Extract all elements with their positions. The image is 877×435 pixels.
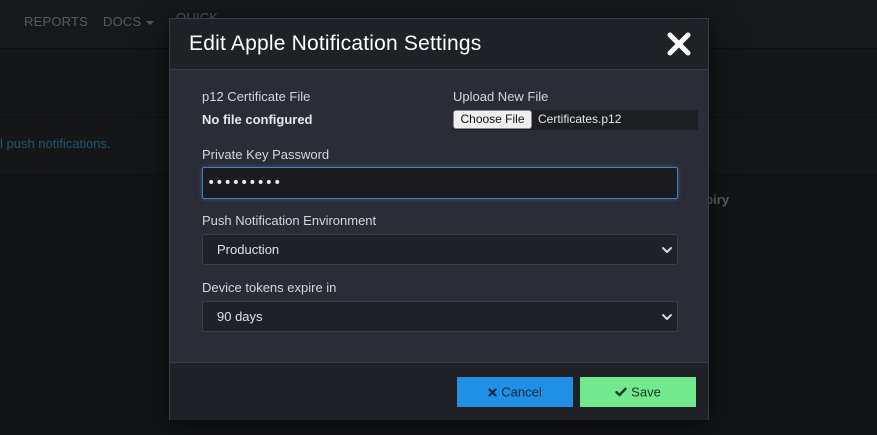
expiry-label: Device tokens expire in bbox=[202, 280, 337, 295]
environment-label: Push Notification Environment bbox=[202, 213, 377, 228]
environment-select[interactable]: Production bbox=[202, 234, 678, 265]
times-icon bbox=[488, 378, 497, 408]
cancel-button-label: Cancel bbox=[501, 384, 542, 400]
chevron-down-icon bbox=[660, 310, 674, 324]
modal-title: Edit Apple Notification Settings bbox=[189, 32, 482, 55]
environment-selected-value: Production bbox=[217, 242, 280, 257]
token-expiry-select[interactable]: 90 days bbox=[202, 301, 678, 332]
save-button-label: Save bbox=[631, 384, 661, 400]
expiry-selected-value: 90 days bbox=[217, 309, 263, 324]
save-button[interactable]: Save bbox=[580, 377, 696, 407]
edit-apple-notification-modal: Edit Apple Notification Settings p12 Cer… bbox=[169, 18, 709, 420]
check-icon bbox=[615, 378, 627, 408]
private-key-password-input[interactable] bbox=[202, 167, 678, 199]
choose-file-button[interactable]: Choose File bbox=[453, 110, 532, 129]
password-label: Private Key Password bbox=[202, 147, 330, 162]
modal-header: Edit Apple Notification Settings bbox=[170, 19, 708, 70]
modal-body: p12 Certificate File No file configured … bbox=[170, 70, 708, 362]
cancel-button[interactable]: Cancel bbox=[457, 377, 573, 407]
close-icon[interactable] bbox=[666, 31, 692, 57]
upload-label: Upload New File bbox=[453, 89, 549, 104]
chevron-down-icon bbox=[660, 243, 674, 257]
certificate-label: p12 Certificate File bbox=[202, 89, 311, 104]
certificate-value: No file configured bbox=[202, 112, 313, 127]
selected-file-name: Certificates.p12 bbox=[538, 112, 622, 126]
file-upload-input[interactable]: Choose File Certificates.p12 bbox=[453, 110, 698, 130]
modal-footer: Cancel Save bbox=[170, 362, 708, 420]
